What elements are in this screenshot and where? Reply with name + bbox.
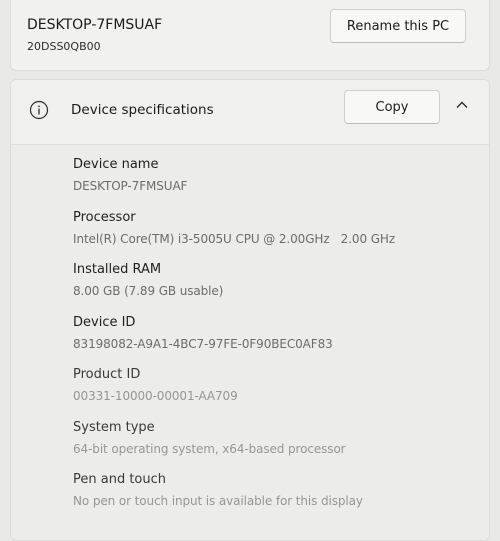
spec-label: System type [73, 419, 155, 435]
spec-item-system-type: System type 64-bit operating system, x64… [73, 418, 483, 471]
rename-pc-button[interactable]: Rename this PC [330, 9, 466, 43]
spec-item-installed-ram: Installed RAM 8.00 GB (7.89 GB usable) [73, 260, 483, 313]
spec-item-processor: Processor Intel(R) Core(TM) i3-5005U CPU… [73, 208, 483, 261]
device-specifications-title: Device specifications [71, 102, 214, 118]
device-specifications-header[interactable]: Device specifications Copy [11, 80, 489, 145]
spec-value: 64-bit operating system, x64-based proce… [73, 441, 346, 456]
spec-value: 8.00 GB (7.89 GB usable) [73, 284, 224, 298]
spec-label: Device ID [73, 314, 136, 330]
spec-item-product-id: Product ID 00331-10000-00001-AA709 [73, 365, 483, 418]
pc-model: 20DSS0QB00 [27, 40, 101, 53]
spec-item-device-id: Device ID 83198082-A9A1-4BC7-97FE-0F90BE… [73, 313, 483, 366]
specifications-list: Device name DESKTOP-7FMSUAF Processor In… [73, 155, 483, 523]
spec-item-device-name: Device name DESKTOP-7FMSUAF [73, 155, 483, 208]
copy-button[interactable]: Copy [344, 90, 440, 124]
spec-label: Product ID [73, 367, 141, 382]
spec-value: Intel(R) Core(TM) i3-5005U CPU @ 2.00GHz… [73, 231, 396, 246]
spec-label: Processor [73, 209, 136, 225]
spec-value: No pen or touch input is available for t… [73, 494, 363, 508]
spec-value: DESKTOP-7FMSUAF [73, 179, 188, 193]
chevron-up-icon[interactable] [454, 97, 470, 113]
pc-name-card: DESKTOP-7FMSUAF 20DSS0QB00 Rename this P… [10, 0, 490, 71]
spec-item-pen-and-touch: Pen and touch No pen or touch input is a… [73, 470, 483, 523]
spec-label: Pen and touch [73, 472, 167, 487]
device-specifications-card: Device specifications Copy Device name D… [10, 79, 490, 541]
spec-value: 00331-10000-00001-AA709 [73, 389, 238, 403]
spec-value: 83198082-A9A1-4BC7-97FE-0F90BEC0AF83 [73, 336, 333, 351]
spec-label: Installed RAM [73, 262, 162, 277]
spec-label: Device name [73, 157, 159, 172]
info-icon [29, 100, 49, 120]
pc-name: DESKTOP-7FMSUAF [27, 17, 163, 33]
